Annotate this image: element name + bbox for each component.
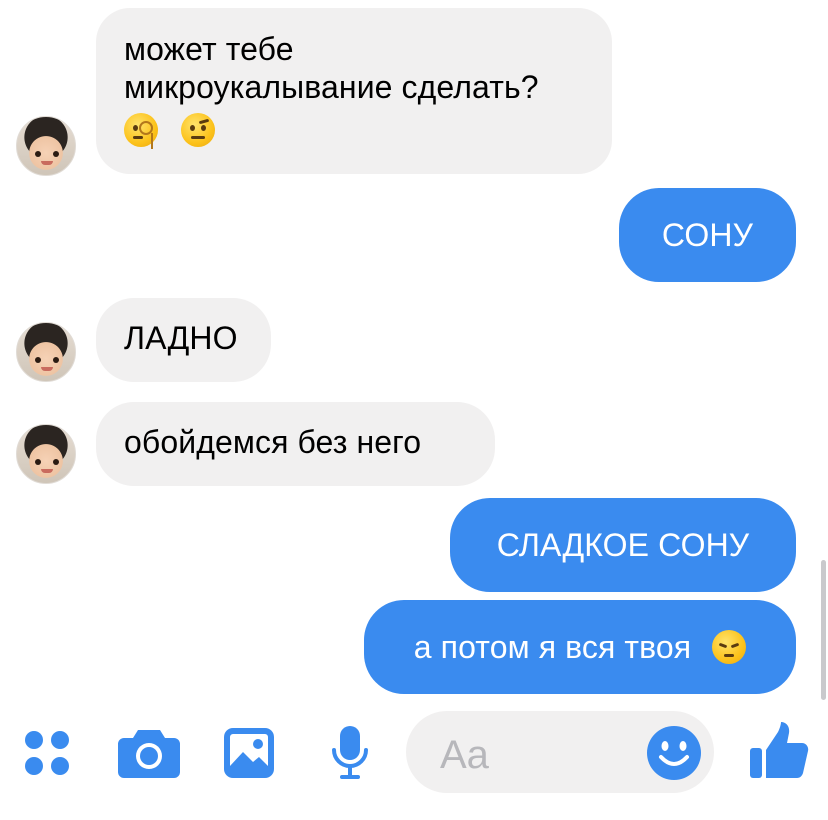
message-bubble-incoming[interactable]: обойдемся без него [96,402,495,486]
contact-avatar[interactable] [16,116,76,176]
message-text: а потом я вся твоя [413,629,692,665]
contact-avatar[interactable] [16,424,76,484]
message-text: обойдемся без него [124,424,422,460]
emoji-icon[interactable] [645,724,703,782]
message-text: ЛАДНО [124,320,238,356]
message-bubble-incoming[interactable]: ЛАДНО [96,298,271,382]
apps-icon[interactable] [22,728,72,778]
scrollbar[interactable] [821,560,826,700]
thumbs-up-icon[interactable] [748,720,810,782]
message-input-placeholder: Aa [440,733,489,777]
pensive-face-emoji [712,629,747,664]
message-bubble-outgoing[interactable]: а потом я вся твоя [364,600,796,694]
message-text: может тебе микроукалывание сделать? [124,31,539,105]
camera-icon[interactable] [118,726,180,778]
microphone-icon[interactable] [330,724,370,782]
message-bubble-incoming[interactable]: может тебе микроукалывание сделать? [96,8,612,174]
message-text: СЛАДКОЕ СОНУ [496,527,750,563]
face-with-raised-eyebrow-emoji [181,112,215,147]
message-bubble-outgoing[interactable]: СОНУ [619,188,796,282]
message-bubble-outgoing[interactable]: СЛАДКОЕ СОНУ [450,498,796,592]
face-with-monocle-emoji [124,112,158,149]
message-text: СОНУ [661,217,754,253]
gallery-icon[interactable] [222,726,276,780]
contact-avatar[interactable] [16,322,76,382]
chat-thread: может тебе микроукалывание сделать? СОНУ… [0,0,828,820]
